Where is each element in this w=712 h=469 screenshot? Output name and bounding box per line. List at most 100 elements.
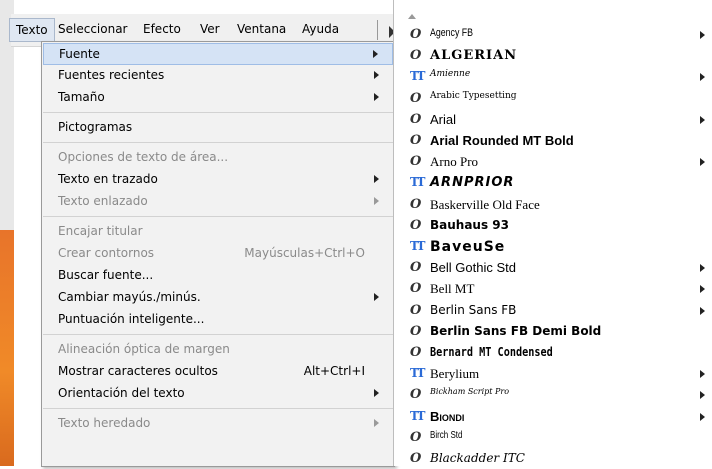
menu-item-encajar-titular: Encajar titular [43,221,393,243]
opentype-icon: O [410,303,422,318]
submenu-arrow-icon [700,370,705,378]
submenu-arrow-icon [373,50,378,58]
font-name: Blackadder ITC [430,451,525,465]
font-item-bernard-mt-condensed[interactable]: O Bernard MT Condensed [394,342,712,363]
submenu-arrow-icon [700,264,705,272]
opentype-icon: O [410,48,422,63]
font-name: Bell Gothic Std [430,260,516,275]
font-item-baveuse[interactable]: TT BaveuSe [394,236,712,257]
font-item-bell-gothic-std[interactable]: O Bell Gothic Std [394,257,712,278]
submenu-arrow-icon [374,389,379,397]
font-item-arial[interactable]: O Arial [394,109,712,130]
submenu-arrow-icon [700,307,705,315]
submenu-arrow-icon [374,197,379,205]
menu-item-shortcut: Mayúsculas+Ctrl+O [244,246,365,260]
truetype-icon: TT [410,69,425,83]
font-item-berylium[interactable]: TT Berylium [394,363,712,384]
menu-seleccionar[interactable]: Seleccionar [58,22,127,36]
font-name: Berylium [430,366,480,381]
font-name: Berlin Sans FB Demi Bold [430,324,602,338]
menu-separator [43,216,393,217]
menu-item-fuente[interactable]: Fuente [43,43,393,65]
menu-item-opciones-de-texto-de-area: Opciones de texto de área... [43,147,393,169]
font-name: Arabic Typesetting [430,91,517,101]
font-item-arno-pro[interactable]: O Arno Pro [394,151,712,172]
menu-item-orientacion-del-texto[interactable]: Orientación del texto [43,383,393,405]
menu-item-label: Pictogramas [58,120,133,134]
menu-item-fuentes-recientes[interactable]: Fuentes recientes [43,65,393,87]
submenu-arrow-icon [700,116,705,124]
opentype-icon: O [410,112,422,127]
menu-item-label: Alineación óptica de margen [58,342,230,356]
font-name: Agency FB [430,27,474,39]
font-item-arnprior[interactable]: TT ARNPRIOR [394,172,712,193]
opentype-icon: O [410,451,422,466]
font-item-berlin-sans-fb[interactable]: O Berlin Sans FB [394,300,712,321]
font-item-baskerville-old-face[interactable]: O Baskerville Old Face [394,194,712,215]
truetype-icon: TT [410,239,425,253]
font-item-amienne[interactable]: TT Amienne [394,66,712,87]
menu-item-tamano[interactable]: Tamaño [43,87,393,109]
font-item-agency-fb[interactable]: O Agency FB [394,24,712,45]
truetype-icon: TT [410,366,425,380]
menu-item-label: Tamaño [58,90,105,104]
font-item-berlin-sans-fb-demi-bold[interactable]: O Berlin Sans FB Demi Bold [394,321,712,342]
font-item-algerian[interactable]: O ALGERIAN [394,45,712,66]
opentype-icon: O [410,133,422,148]
font-item-bell-mt[interactable]: O Bell MT [394,278,712,299]
menu-item-puntuacion-inteligente[interactable]: Puntuación inteligente... [43,309,393,331]
menu-item-label: Orientación del texto [58,386,185,400]
menu-item-label: Encajar titular [58,224,143,238]
menu-item-label: Opciones de texto de área... [58,150,229,164]
menu-item-pictogramas[interactable]: Pictogramas [43,117,393,139]
menu-ventana[interactable]: Ventana [237,22,286,36]
font-item-birch-std[interactable]: O Birch Std [394,427,712,448]
submenu-arrow-icon [700,391,705,399]
opentype-icon: O [410,27,422,42]
font-item-biondi[interactable]: TT Biondi [394,406,712,427]
menu-separator [43,112,393,113]
menu-item-texto-enlazado: Texto enlazado [43,191,393,213]
font-name: Bauhaus 93 [430,218,509,232]
menu-item-label: Puntuación inteligente... [58,312,205,326]
menu-separator [43,334,393,335]
font-name: Birch Std [430,430,463,441]
scroll-up-icon[interactable] [408,14,416,19]
opentype-icon: O [410,197,422,212]
font-item-bickham-script-pro[interactable]: O Bickham Script Pro [394,384,712,405]
font-name: Biondi [430,409,465,424]
artboard-area [0,230,14,466]
menu-item-label: Fuente [59,47,100,61]
truetype-icon: TT [410,409,425,423]
font-item-bauhaus-93[interactable]: O Bauhaus 93 [394,215,712,236]
menu-item-cambiar-mayus-minus[interactable]: Cambiar mayús./minús. [43,287,393,309]
menu-efecto[interactable]: Efecto [143,22,181,36]
font-item-arabic-typesetting[interactable]: O Arabic Typesetting [394,88,712,109]
font-name: Arno Pro [430,154,479,169]
font-name: Arial [430,112,457,127]
opentype-icon: O [410,260,422,275]
menu-item-texto-en-trazado[interactable]: Texto en trazado [43,169,393,191]
menu-ver[interactable]: Ver [200,22,220,36]
submenu-arrow-icon [374,293,379,301]
menu-item-mostrar-caracteres-ocultos[interactable]: Mostrar caracteres ocultos Alt+Ctrl+I [43,361,393,383]
texto-menu: Fuente Fuentes recientes Tamaño Pictogramas… [41,41,395,467]
opentype-icon: O [410,324,422,339]
opentype-icon: O [410,154,422,169]
font-item-arial-rounded-mt-bold[interactable]: O Arial Rounded MT Bold [394,130,712,151]
font-name: BaveuSe [430,239,506,255]
submenu-arrow-icon [700,31,705,39]
opentype-icon: O [410,430,422,445]
app-background [0,0,14,466]
submenu-arrow-icon [374,175,379,183]
menu-item-buscar-fuente[interactable]: Buscar fuente... [43,265,393,287]
menu-ayuda[interactable]: Ayuda [302,22,339,36]
menu-texto[interactable]: Texto [9,18,55,42]
menu-item-label: Texto heredado [58,416,151,430]
opentype-icon: O [410,281,422,296]
font-name: ALGERIAN [430,48,518,63]
submenu-arrow-icon [374,71,379,79]
menu-separator [377,20,378,40]
submenu-arrow-icon [700,73,705,81]
opentype-icon: O [410,387,422,402]
